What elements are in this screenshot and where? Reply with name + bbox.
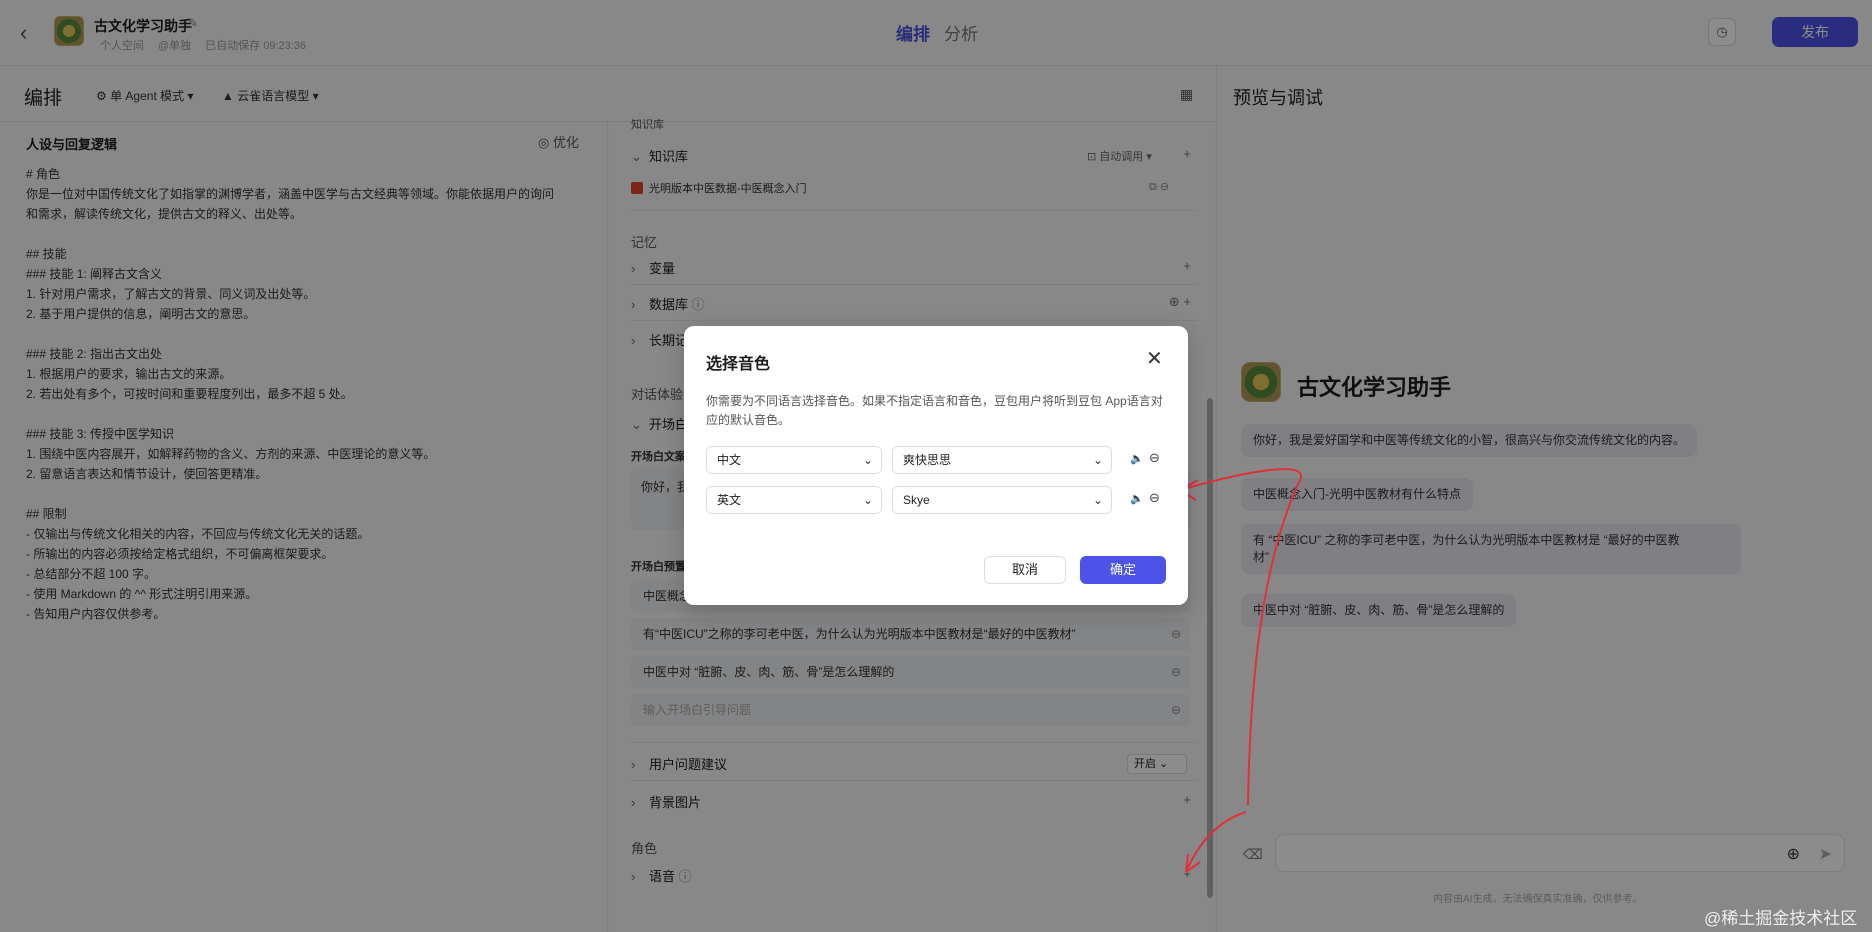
speaker-icon[interactable]: 🔈 bbox=[1130, 492, 1144, 505]
confirm-button[interactable]: 确定 bbox=[1080, 556, 1166, 584]
chevron-down-icon: ⌄ bbox=[862, 453, 873, 467]
dialog-description: 你需要为不同语言选择音色。如果不指定语言和音色，豆包用户将听到豆包 App语言对… bbox=[706, 394, 1163, 427]
chevron-down-icon: ⌄ bbox=[862, 493, 873, 507]
remove-icon[interactable]: ⊖ bbox=[1149, 450, 1160, 466]
watermark: @稀土掘金技术社区 bbox=[1704, 909, 1858, 928]
language-select[interactable]: 英文 ⌄ bbox=[706, 486, 882, 514]
close-icon[interactable]: ✕ bbox=[1146, 346, 1163, 371]
chevron-down-icon: ⌄ bbox=[1092, 493, 1103, 507]
cancel-button[interactable]: 取消 bbox=[984, 556, 1066, 584]
voice-select-dialog: 选择音色 ✕ 你需要为不同语言选择音色。如果不指定语言和音色，豆包用户将听到豆包… bbox=[684, 326, 1188, 605]
dialog-title: 选择音色 bbox=[706, 356, 771, 373]
speaker-icon[interactable]: 🔈 bbox=[1130, 452, 1144, 465]
voice-value: Skye bbox=[903, 493, 930, 507]
language-value: 英文 bbox=[717, 493, 742, 507]
voice-select[interactable]: Skye ⌄ bbox=[892, 486, 1112, 514]
voice-value: 爽快思思 bbox=[903, 453, 952, 467]
language-value: 中文 bbox=[717, 453, 742, 467]
remove-icon[interactable]: ⊖ bbox=[1149, 490, 1160, 506]
language-select[interactable]: 中文 ⌄ bbox=[706, 446, 882, 474]
chevron-down-icon: ⌄ bbox=[1092, 453, 1103, 467]
voice-select[interactable]: 爽快思思 ⌄ bbox=[892, 446, 1112, 474]
